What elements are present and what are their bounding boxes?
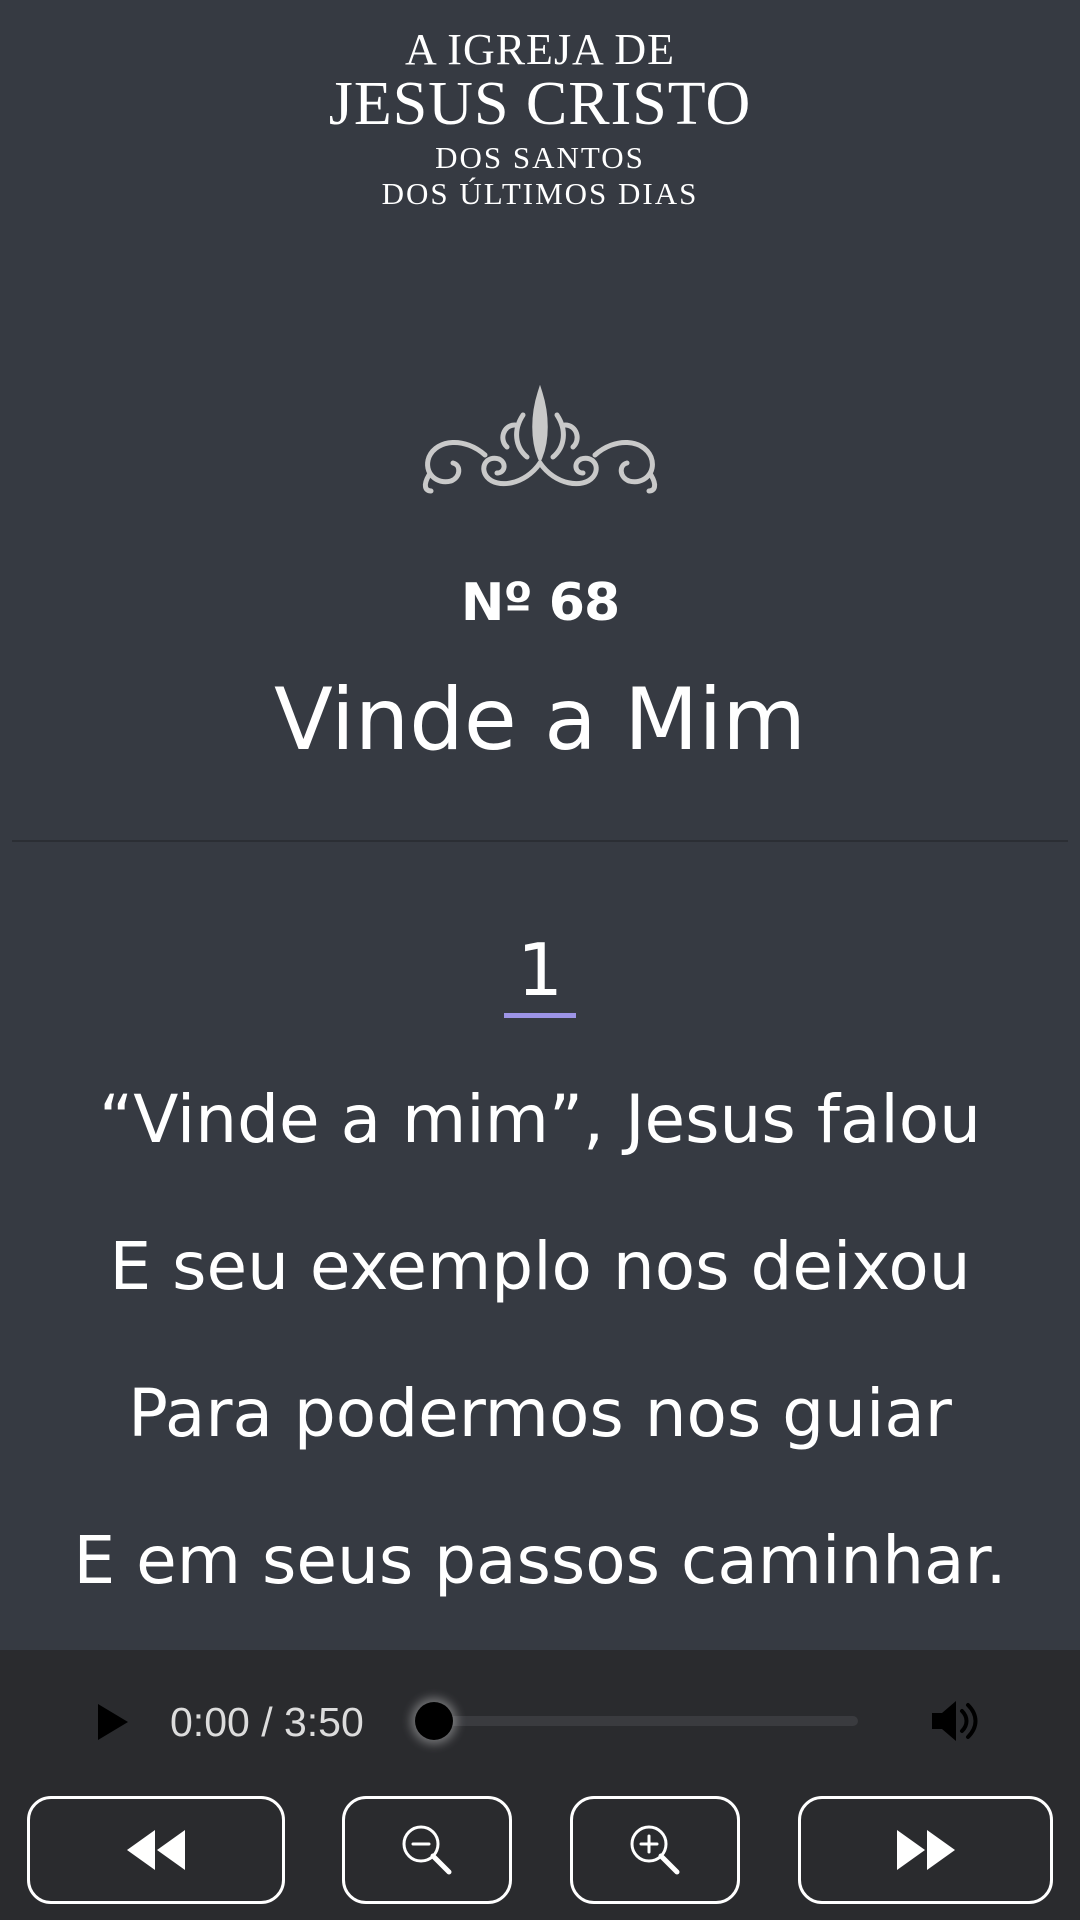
- zoom-out-button[interactable]: [342, 1796, 512, 1904]
- ornament-icon: [422, 385, 658, 494]
- logo-line-2: JESUS CRISTO: [328, 70, 752, 138]
- next-verse-button[interactable]: [798, 1796, 1053, 1904]
- time-display: 0:00 / 3:50: [170, 1699, 364, 1745]
- church-logo: A IGREJA DE JESUS CRISTO DOS SANTOS DOS …: [0, 26, 1080, 212]
- volume-icon[interactable]: [928, 1695, 980, 1747]
- rewind-icon: [127, 1830, 185, 1870]
- divider: [12, 840, 1068, 842]
- zoom-out-icon: [402, 1825, 452, 1875]
- logo-line-4: DOS ÚLTIMOS DIAS: [381, 176, 699, 211]
- logo-line-3: DOS SANTOS: [435, 140, 645, 175]
- zoom-in-icon: [630, 1825, 680, 1875]
- zoom-in-button[interactable]: [570, 1796, 740, 1904]
- previous-verse-button[interactable]: [27, 1796, 285, 1904]
- logo-line-1: A IGREJA DE: [404, 25, 676, 74]
- lyrics: “Vinde a mim”, Jesus falou E seu exemplo…: [0, 1046, 1080, 1634]
- hymn-title: Vinde a Mim: [273, 670, 807, 770]
- hymn-number: Nº 68: [460, 573, 620, 633]
- play-icon[interactable]: [90, 1700, 134, 1744]
- fast-forward-icon: [896, 1830, 955, 1870]
- lyric-line: Para podermos nos guiar: [128, 1375, 952, 1452]
- progress-thumb[interactable]: [415, 1702, 453, 1740]
- lyric-line: E em seus passos caminhar.: [73, 1522, 1007, 1599]
- verse-underline: [504, 1013, 576, 1018]
- verse-number: 1: [517, 928, 563, 1012]
- progress-track[interactable]: [434, 1716, 858, 1726]
- lyric-line: “Vinde a mim”, Jesus falou: [99, 1081, 981, 1158]
- lyric-line: E seu exemplo nos deixou: [109, 1228, 971, 1305]
